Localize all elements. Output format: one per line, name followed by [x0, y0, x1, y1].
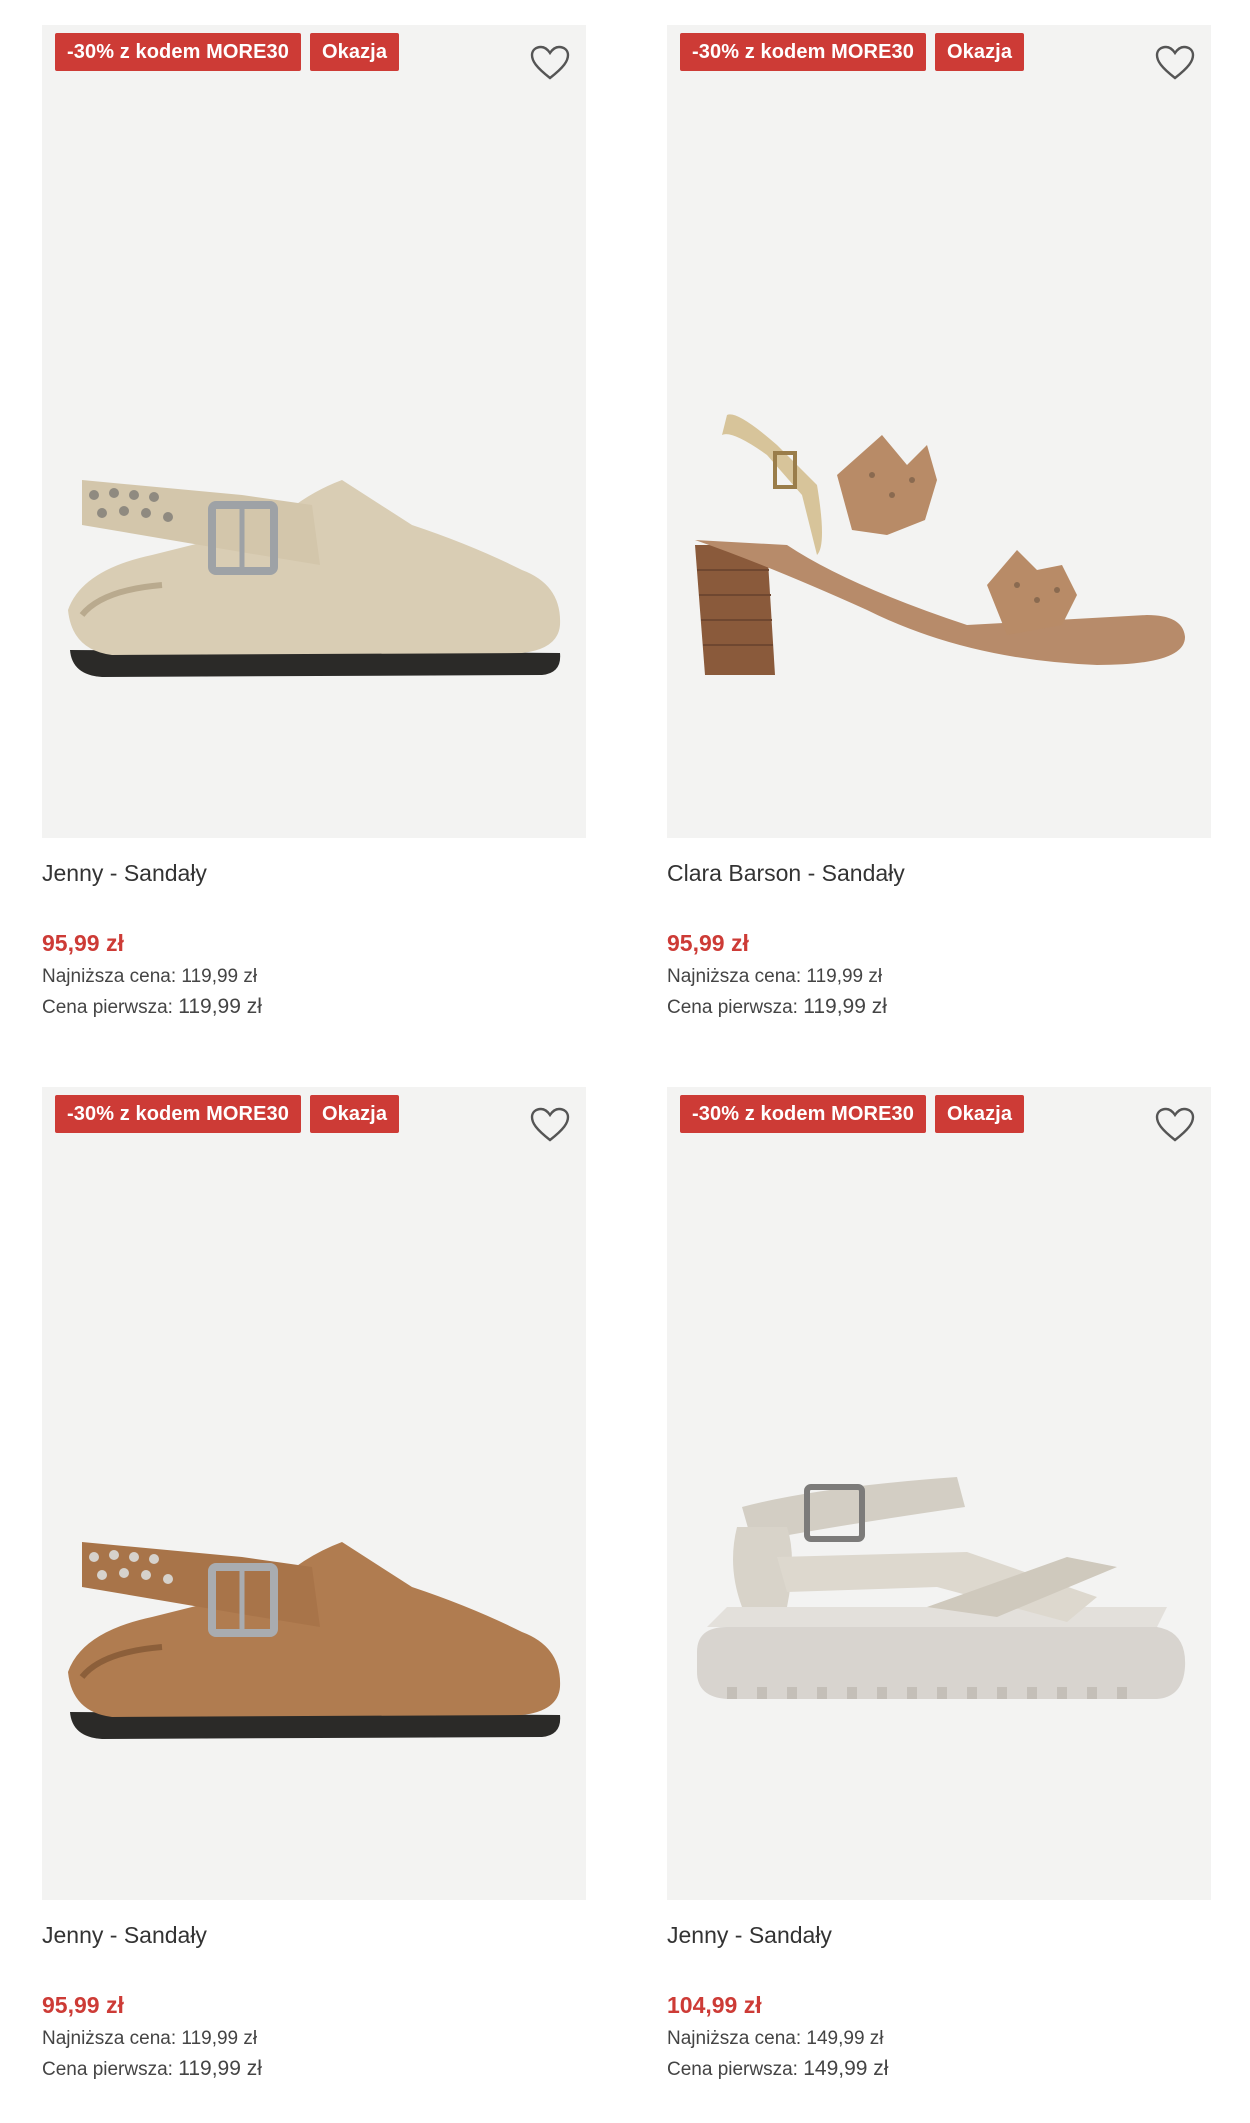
lowest-price-label: Najniższa cena:	[667, 966, 802, 987]
promo-code-badge: -30% z kodem MORE30	[55, 33, 301, 71]
first-price-row: Cena pierwsza: 119,99 zł	[667, 992, 1211, 1023]
deal-badge: Okazja	[934, 33, 1025, 71]
product-image[interactable]: -30% z kodem MORE30 Okazja	[42, 25, 586, 838]
lowest-price-label: Najniższa cena:	[42, 966, 177, 987]
lowest-price-row: Najniższa cena: 119,99 zł	[42, 962, 586, 992]
product-price: 104,99 zł	[667, 1992, 762, 2018]
product-image[interactable]: -30% z kodem MORE30 Okazja	[667, 25, 1211, 838]
first-price-value: 119,99 zł	[178, 2057, 262, 2080]
product-card[interactable]: -30% z kodem MORE30 Okazja Jenny - Sanda…	[667, 1087, 1211, 2085]
lowest-price-value: 119,99 zł	[181, 2028, 258, 2049]
promo-code-badge: -30% z kodem MORE30	[680, 33, 926, 71]
lowest-price-label: Najniższa cena:	[42, 2028, 177, 2049]
product-price: 95,99 zł	[42, 930, 124, 956]
product-price: 95,99 zł	[42, 1992, 124, 2018]
product-image[interactable]: -30% z kodem MORE30 Okazja	[667, 1087, 1211, 1900]
lowest-price-row: Najniższa cena: 119,99 zł	[667, 962, 1211, 992]
promo-code-badge: -30% z kodem MORE30	[680, 1095, 926, 1133]
lowest-price-label: Najniższa cena:	[667, 2028, 802, 2049]
deal-badge: Okazja	[309, 33, 400, 71]
first-price-label: Cena pierwsza:	[667, 997, 798, 1018]
heart-outline-icon[interactable]	[530, 1107, 570, 1143]
first-price-row: Cena pierwsza: 119,99 zł	[42, 2054, 586, 2085]
first-price-label: Cena pierwsza:	[42, 2059, 173, 2080]
product-card[interactable]: -30% z kodem MORE30 Okazja Jenny - Sanda…	[42, 25, 586, 1023]
product-name[interactable]: Jenny - Sandały	[667, 1920, 1211, 1950]
product-card[interactable]: -30% z kodem MORE30 Okazja Clara Barson …	[667, 25, 1211, 1023]
product-card[interactable]: -30% z kodem MORE30 Okazja Jenny - Sanda…	[42, 1087, 586, 2085]
heart-outline-icon[interactable]	[1155, 1107, 1195, 1143]
first-price-label: Cena pierwsza:	[42, 997, 173, 1018]
deal-badge: Okazja	[934, 1095, 1025, 1133]
heart-outline-icon[interactable]	[530, 45, 570, 81]
lowest-price-value: 119,99 zł	[806, 966, 883, 987]
first-price-value: 119,99 zł	[803, 995, 887, 1018]
grey-platform-sandal-image	[697, 1477, 1186, 1699]
lowest-price-value: 119,99 zł	[181, 966, 258, 987]
tan-heel-sandal-image	[695, 414, 1185, 675]
first-price-value: 119,99 zł	[178, 995, 262, 1018]
first-price-row: Cena pierwsza: 119,99 zł	[42, 992, 586, 1023]
lowest-price-value: 149,99 zł	[806, 2028, 884, 2049]
first-price-value: 149,99 zł	[803, 2057, 889, 2080]
brown-clog-image	[68, 1542, 561, 1739]
lowest-price-row: Najniższa cena: 119,99 zł	[42, 2024, 586, 2054]
promo-code-badge: -30% z kodem MORE30	[55, 1095, 301, 1133]
product-name[interactable]: Jenny - Sandały	[42, 1920, 586, 1950]
heart-outline-icon[interactable]	[1155, 45, 1195, 81]
first-price-label: Cena pierwsza:	[667, 2059, 798, 2080]
product-name[interactable]: Clara Barson - Sandały	[667, 858, 1211, 888]
product-name[interactable]: Jenny - Sandały	[42, 858, 586, 888]
product-image[interactable]: -30% z kodem MORE30 Okazja	[42, 1087, 586, 1900]
first-price-row: Cena pierwsza: 149,99 zł	[667, 2054, 1211, 2085]
deal-badge: Okazja	[309, 1095, 400, 1133]
product-price: 95,99 zł	[667, 930, 749, 956]
lowest-price-row: Najniższa cena: 149,99 zł	[667, 2024, 1211, 2054]
beige-clog-image	[68, 480, 561, 677]
